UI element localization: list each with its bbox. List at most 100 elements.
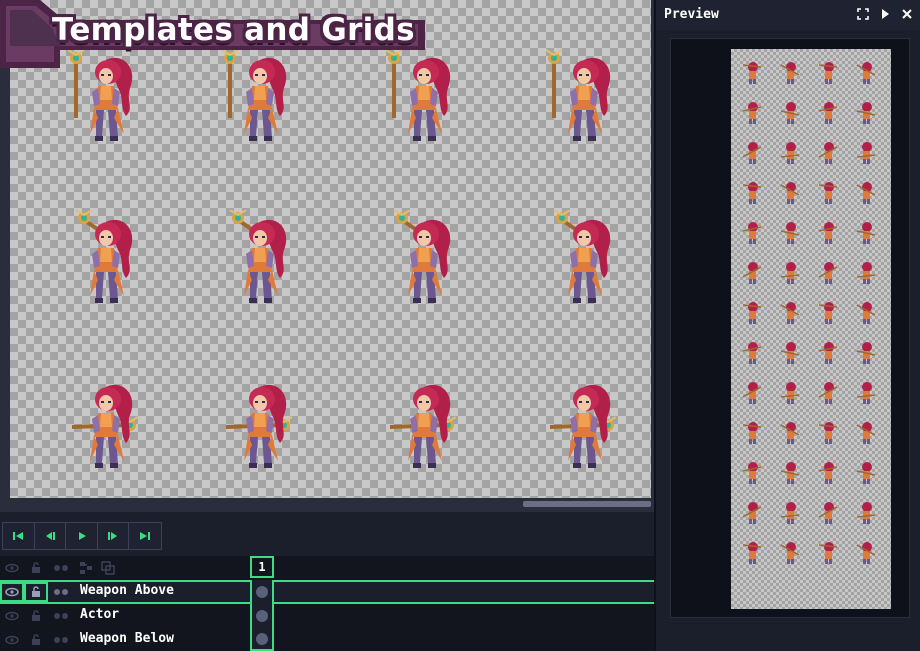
preview-frame bbox=[817, 501, 839, 525]
preview-header: Preview bbox=[656, 0, 920, 30]
layer-visibility-toggle[interactable] bbox=[2, 604, 22, 628]
preview-frame bbox=[817, 341, 839, 365]
fullscreen-icon bbox=[857, 8, 869, 20]
layer-name[interactable]: Weapon Above bbox=[80, 580, 174, 604]
character-sprite bbox=[386, 375, 466, 475]
preview-frame bbox=[779, 61, 801, 85]
layer-lock-toggle[interactable] bbox=[26, 628, 46, 651]
preview-frame bbox=[779, 101, 801, 125]
preview-frame bbox=[741, 61, 763, 85]
canvas-panel bbox=[0, 0, 654, 512]
close-button[interactable] bbox=[900, 7, 914, 21]
preview-frame bbox=[779, 341, 801, 365]
preview-frame bbox=[855, 341, 877, 365]
layer-link-toggle[interactable] bbox=[50, 628, 72, 651]
preview-frame bbox=[855, 101, 877, 125]
frame-number[interactable]: 1 bbox=[250, 556, 274, 578]
layer-link-toggle[interactable] bbox=[50, 582, 72, 602]
link-icon bbox=[54, 637, 68, 643]
preview-frame bbox=[817, 61, 839, 85]
preview-frame bbox=[855, 141, 877, 165]
skip-to-end-icon bbox=[140, 532, 151, 540]
preview-frame bbox=[779, 221, 801, 245]
keyframe-dot bbox=[256, 586, 268, 598]
preview-frame bbox=[779, 541, 801, 565]
preview-frame bbox=[855, 61, 877, 85]
fullscreen-button[interactable] bbox=[856, 7, 870, 21]
preview-play-button[interactable] bbox=[878, 7, 892, 21]
preview-frame bbox=[779, 301, 801, 325]
layer-name[interactable]: Weapon Below bbox=[80, 628, 174, 651]
character-sprite bbox=[222, 375, 302, 475]
keyframe-cell[interactable] bbox=[250, 604, 274, 628]
layer-duplicate-icon[interactable] bbox=[98, 556, 118, 580]
preview-frame bbox=[779, 461, 801, 485]
character-sprite bbox=[222, 209, 302, 310]
preview-frame bbox=[741, 341, 763, 365]
lock-icon bbox=[32, 634, 40, 645]
preview-frame bbox=[855, 461, 877, 485]
link-all-icon[interactable] bbox=[50, 556, 72, 580]
preview-frame bbox=[741, 541, 763, 565]
layer-visibility-toggle[interactable] bbox=[0, 582, 24, 602]
skip-to-start-button[interactable] bbox=[3, 523, 35, 549]
play-button[interactable] bbox=[66, 523, 98, 549]
playback-bar bbox=[0, 512, 654, 556]
preview-frame bbox=[855, 301, 877, 325]
preview-frame bbox=[855, 261, 877, 285]
keyframe-dot bbox=[256, 610, 268, 622]
sprite-canvas[interactable] bbox=[10, 0, 651, 498]
preview-frame bbox=[741, 221, 763, 245]
lock-all-icon[interactable] bbox=[26, 556, 46, 580]
layer-row-weapon-below[interactable]: Weapon Below bbox=[0, 628, 654, 651]
layer-group-icon[interactable] bbox=[76, 556, 96, 580]
preview-frame bbox=[817, 181, 839, 205]
layer-visibility-toggle[interactable] bbox=[2, 628, 22, 651]
character-sprite bbox=[545, 48, 626, 148]
preview-frame bbox=[855, 381, 877, 405]
playback-controls bbox=[2, 522, 162, 550]
page-title: Templates and Grids bbox=[52, 12, 415, 48]
skip-to-end-button[interactable] bbox=[129, 523, 162, 549]
character-sprite bbox=[546, 375, 626, 475]
layers-panel: 1 Weapon Above Actor Weapon Below bbox=[0, 556, 654, 651]
link-icon bbox=[54, 613, 68, 619]
preview-frame bbox=[779, 421, 801, 445]
layer-row-actor[interactable]: Actor bbox=[0, 604, 654, 628]
preview-frame bbox=[817, 101, 839, 125]
eye-icon bbox=[5, 611, 19, 621]
preview-frame bbox=[817, 141, 839, 165]
layer-row-weapon-above[interactable]: Weapon Above bbox=[0, 580, 654, 604]
horizontal-scrollbar[interactable] bbox=[10, 500, 651, 508]
preview-frame bbox=[779, 501, 801, 525]
character-sprite bbox=[546, 209, 626, 310]
layer-lock-toggle[interactable] bbox=[26, 604, 46, 628]
step-forward-button[interactable] bbox=[97, 523, 130, 549]
step-back-button[interactable] bbox=[34, 523, 67, 549]
preview-frame bbox=[741, 501, 763, 525]
preview-window-controls bbox=[856, 7, 914, 21]
link-icon bbox=[54, 589, 68, 595]
preview-frame bbox=[855, 181, 877, 205]
layer-lock-toggle[interactable] bbox=[24, 582, 48, 602]
layer-name[interactable]: Actor bbox=[80, 604, 119, 628]
preview-frame bbox=[817, 461, 839, 485]
horizontal-scrollbar-thumb[interactable] bbox=[523, 501, 651, 507]
preview-viewport[interactable] bbox=[670, 38, 910, 618]
visibility-all-icon[interactable] bbox=[2, 556, 22, 580]
preview-frame bbox=[741, 421, 763, 445]
keyframe-cell[interactable] bbox=[250, 580, 274, 604]
layer-link-toggle[interactable] bbox=[50, 604, 72, 628]
layers-header: 1 bbox=[0, 556, 654, 580]
preview-frame bbox=[741, 301, 763, 325]
keyframe-cell[interactable] bbox=[250, 628, 274, 651]
step-forward-icon bbox=[108, 532, 118, 540]
preview-frame bbox=[779, 381, 801, 405]
character-sprite bbox=[68, 375, 148, 475]
preview-frame bbox=[741, 141, 763, 165]
preview-frame bbox=[741, 181, 763, 205]
keyframe-dot bbox=[256, 632, 268, 645]
lock-icon bbox=[32, 610, 40, 621]
preview-frame bbox=[779, 141, 801, 165]
title-banner: Templates and Grids bbox=[0, 0, 440, 68]
